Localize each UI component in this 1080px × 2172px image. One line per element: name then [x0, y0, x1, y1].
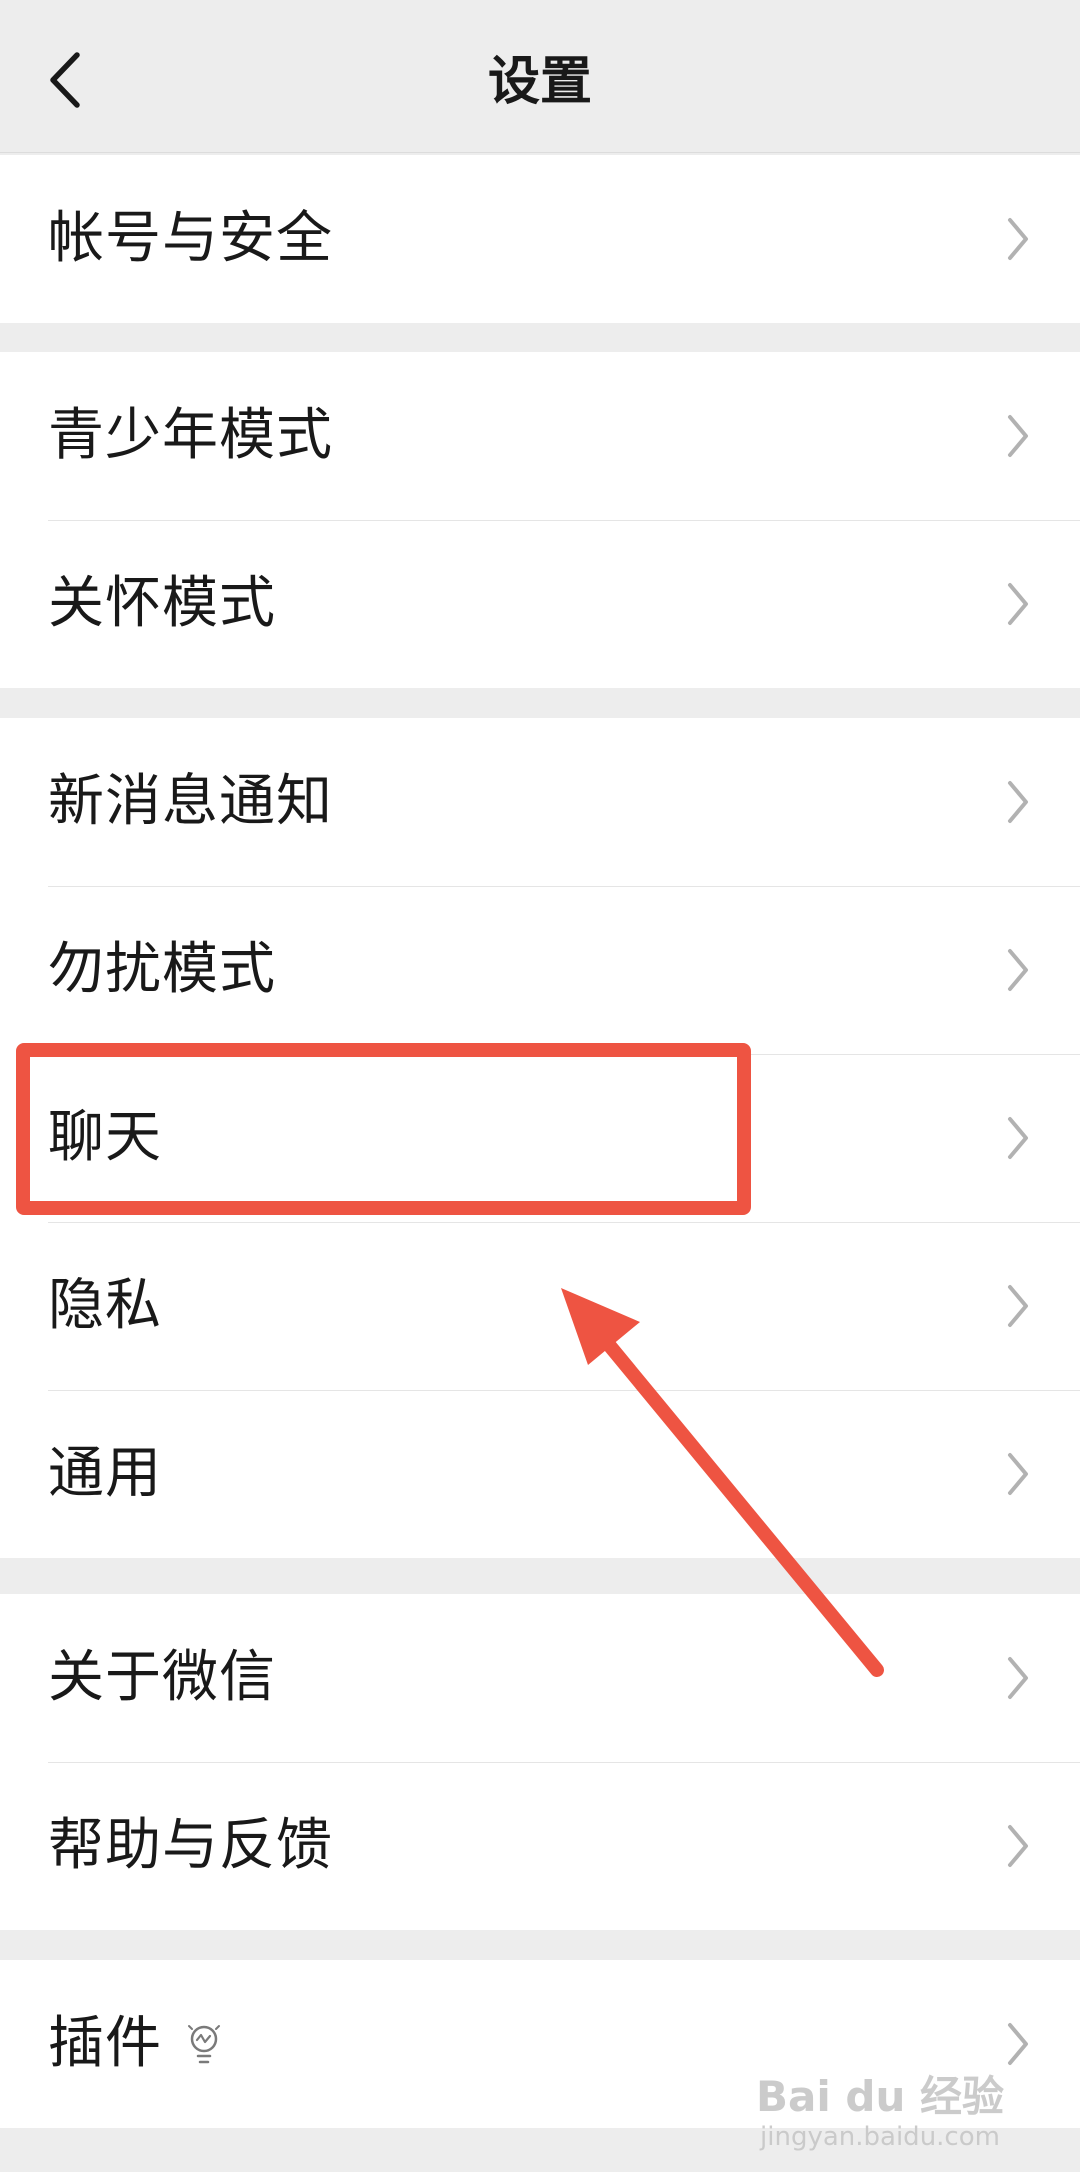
- settings-item-label: 帐号与安全: [48, 206, 333, 271]
- settings-group-about: 关于微信 帮助与反馈: [0, 1594, 1080, 1930]
- settings-item-label: 青少年模式: [48, 403, 333, 468]
- settings-item-about-wechat[interactable]: 关于微信: [0, 1594, 1080, 1762]
- watermark-brand: Bai du 经验: [756, 2072, 1004, 2121]
- chevron-right-icon: [1008, 1117, 1028, 1159]
- chevron-right-icon: [1008, 781, 1028, 823]
- settings-item-account-security[interactable]: 帐号与安全: [0, 155, 1080, 323]
- page-title: 设置: [487, 52, 592, 112]
- lightbulb-icon: [188, 2025, 220, 2064]
- settings-group-modes: 青少年模式 关怀模式: [0, 352, 1080, 688]
- settings-item-label: 插件: [48, 2011, 162, 2076]
- chevron-right-icon: [1008, 1825, 1028, 1867]
- settings-item-label: 勿扰模式: [48, 937, 276, 1002]
- chevron-right-icon: [1008, 2023, 1028, 2065]
- settings-item-label: 隐私: [48, 1273, 162, 1338]
- chevron-right-icon: [1008, 1453, 1028, 1495]
- settings-item-notifications[interactable]: 新消息通知: [0, 718, 1080, 886]
- settings-item-general[interactable]: 通用: [0, 1390, 1080, 1558]
- chevron-right-icon: [1008, 949, 1028, 991]
- settings-item-do-not-disturb[interactable]: 勿扰模式: [0, 886, 1080, 1054]
- settings-group-account: 帐号与安全: [0, 155, 1080, 323]
- watermark: Bai du 经验 jingyan.baidu.com: [740, 2072, 1020, 2152]
- settings-item-youth-mode[interactable]: 青少年模式: [0, 352, 1080, 520]
- settings-item-privacy[interactable]: 隐私: [0, 1222, 1080, 1390]
- highlight-box: [16, 1043, 751, 1215]
- chevron-right-icon: [1008, 218, 1028, 260]
- settings-item-label: 关于微信: [48, 1645, 276, 1710]
- nav-bar: 设置: [0, 0, 1080, 153]
- chevron-right-icon: [1008, 415, 1028, 457]
- chevron-right-icon: [1008, 1285, 1028, 1327]
- chevron-right-icon: [1008, 583, 1028, 625]
- settings-item-label: 关怀模式: [48, 571, 276, 636]
- settings-item-label: 通用: [48, 1441, 162, 1506]
- watermark-url: jingyan.baidu.com: [760, 2122, 1000, 2152]
- chevron-right-icon: [1008, 1657, 1028, 1699]
- settings-item-help-feedback[interactable]: 帮助与反馈: [0, 1762, 1080, 1930]
- settings-item-care-mode[interactable]: 关怀模式: [0, 520, 1080, 688]
- settings-item-label: 帮助与反馈: [48, 1813, 333, 1878]
- settings-item-label: 新消息通知: [48, 769, 333, 834]
